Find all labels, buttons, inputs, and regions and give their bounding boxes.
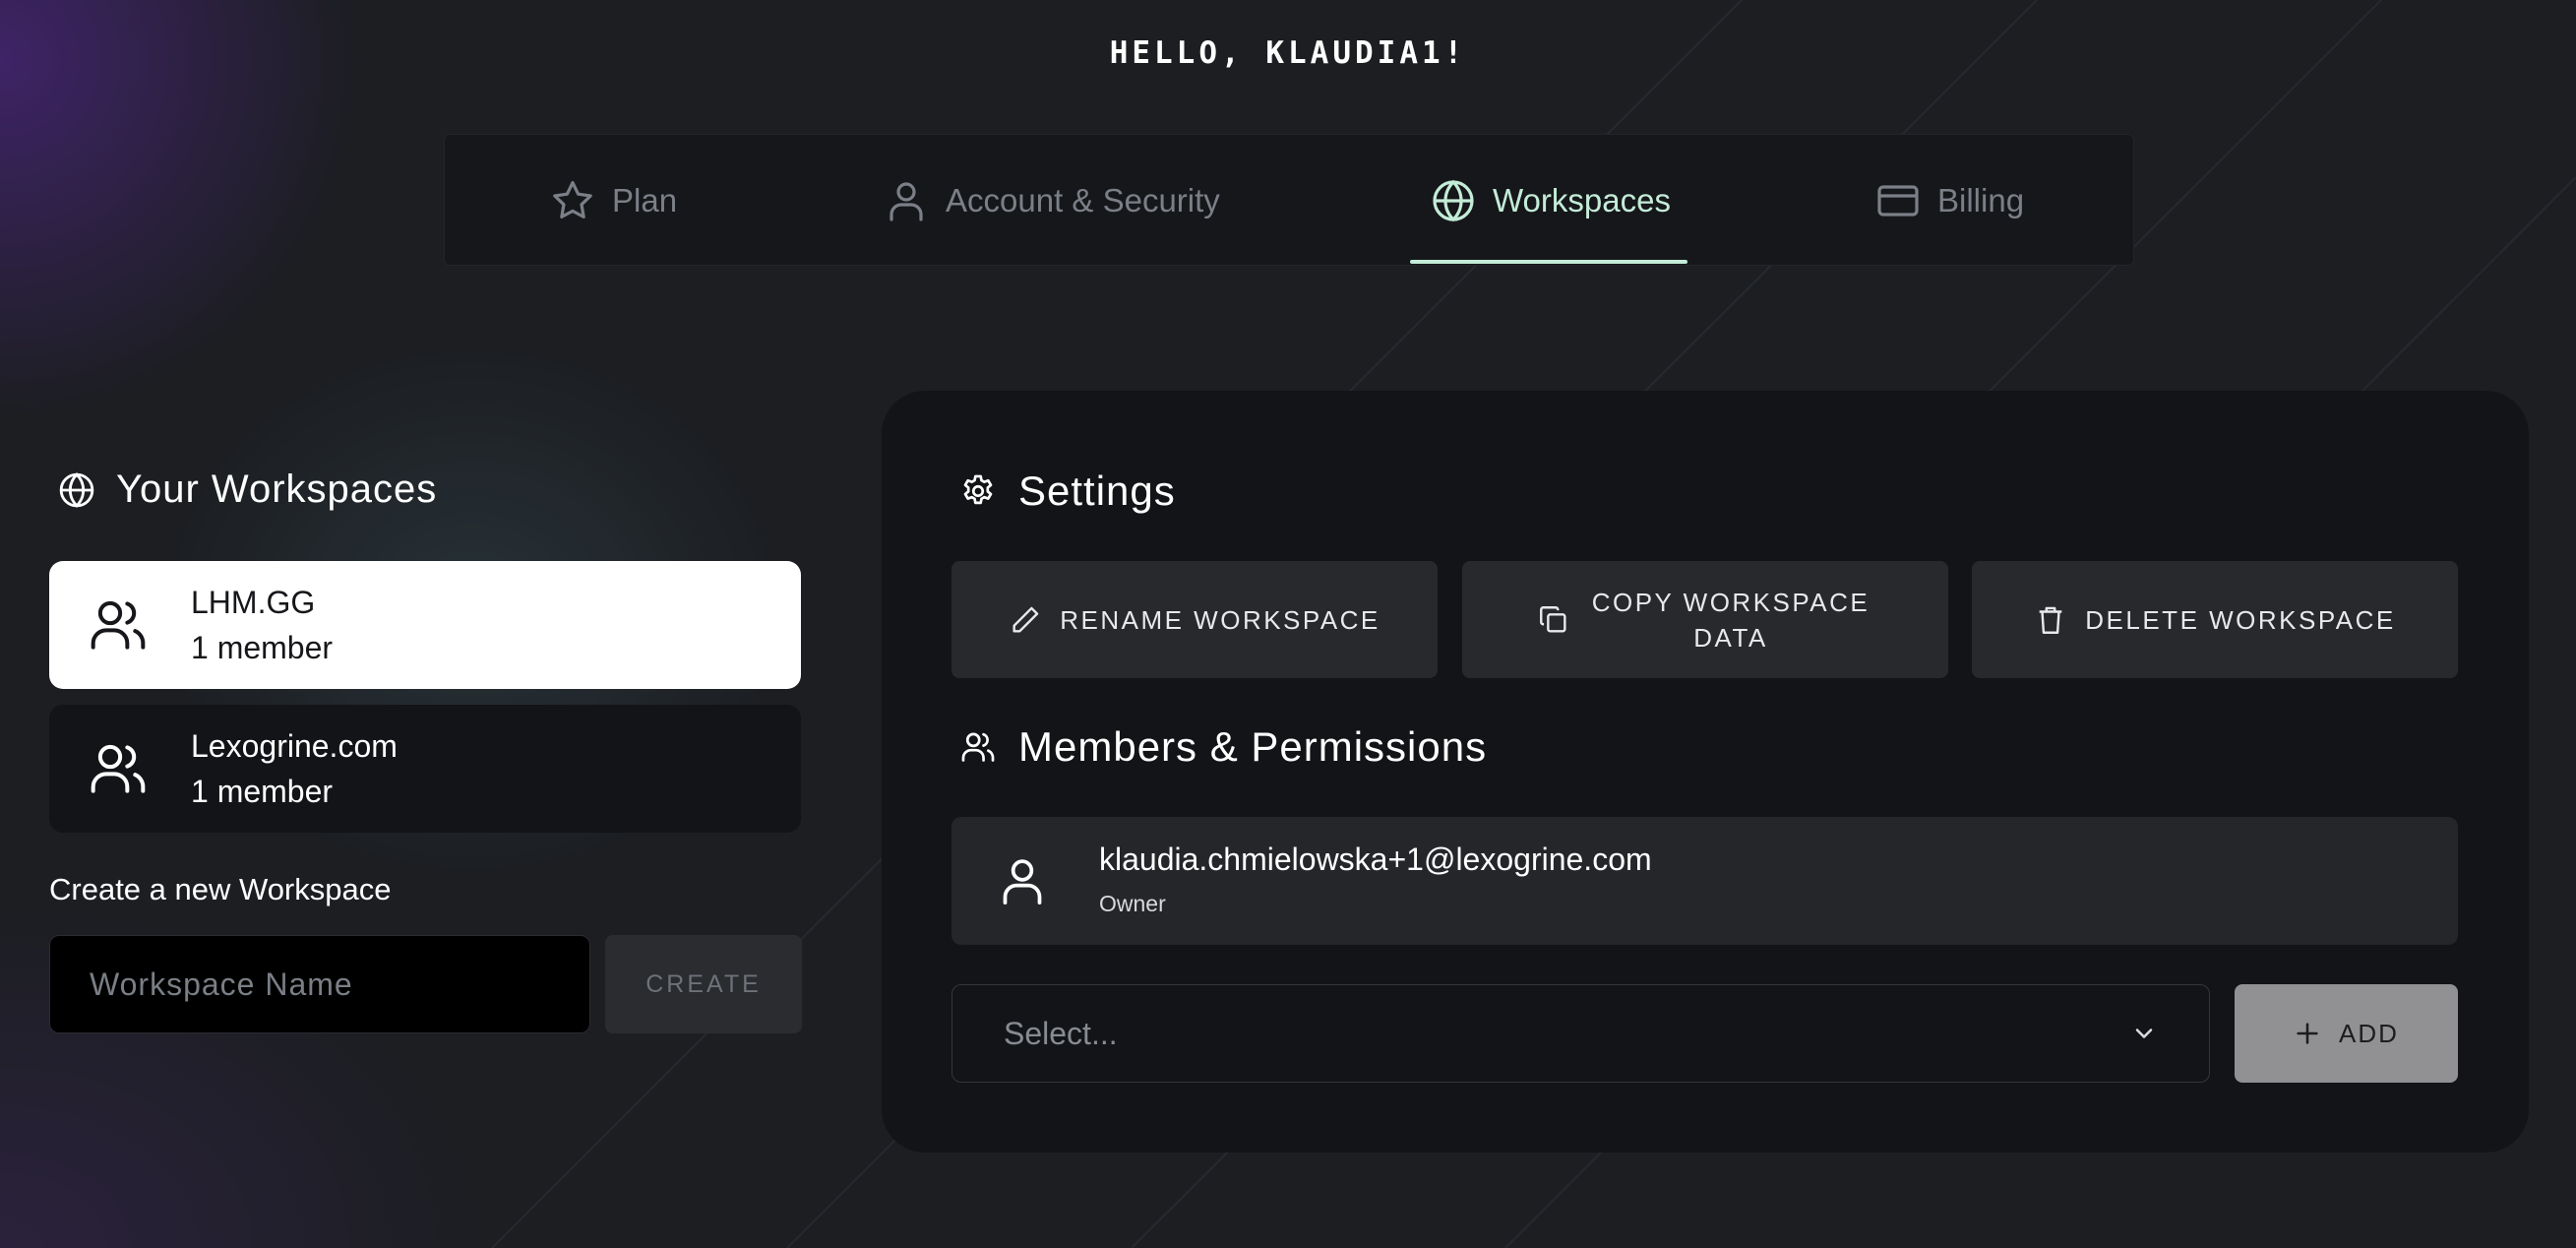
button-label: COPY WORKSPACE DATA xyxy=(1591,587,1871,653)
tab-label: Billing xyxy=(1937,182,2025,218)
rename-workspace-button[interactable]: RENAME WORKSPACE xyxy=(951,561,1438,678)
pencil-icon xyxy=(1012,606,1039,633)
button-label: RENAME WORKSPACE xyxy=(1060,604,1380,635)
tab-plan[interactable]: Plan xyxy=(549,135,677,267)
tab-label: Plan xyxy=(612,182,678,218)
member-info: klaudia.chmielowska+1@lexogrine.com Owne… xyxy=(1099,837,1652,925)
globe-icon xyxy=(1433,179,1474,222)
globe-icon xyxy=(59,471,94,508)
select-placeholder: Select... xyxy=(1004,1015,1118,1051)
workspace-card-text: LHM.GG 1 member xyxy=(191,580,333,670)
add-member-button[interactable]: ADD xyxy=(2235,984,2458,1083)
tab-label: Workspaces xyxy=(1493,182,1671,218)
members-permissions-heading: Members & Permissions xyxy=(959,723,1487,771)
user-icon xyxy=(1003,859,1042,905)
tab-account-security[interactable]: Account & Security xyxy=(883,135,1220,267)
member-email: klaudia.chmielowska+1@lexogrine.com xyxy=(1099,842,1652,877)
button-label: DELETE WORKSPACE xyxy=(2085,604,2396,635)
member-row[interactable]: klaudia.chmielowska+1@lexogrine.com Owne… xyxy=(951,817,2458,945)
copy-workspace-data-button[interactable]: COPY WORKSPACE DATA xyxy=(1462,561,1948,678)
trash-icon xyxy=(2039,606,2062,634)
plus-icon xyxy=(2297,1023,2318,1044)
member-role: Owner xyxy=(1099,891,1166,916)
gear-icon xyxy=(963,474,993,505)
member-select-dropdown[interactable]: Select... xyxy=(951,984,2210,1083)
users-icon xyxy=(91,600,146,650)
tab-workspaces[interactable]: Workspaces xyxy=(1430,135,1671,267)
chevron-down-icon xyxy=(2135,1029,2153,1038)
users-icon xyxy=(961,732,995,762)
workspace-name-input[interactable] xyxy=(49,935,590,1033)
greeting-heading: HELLO, KLAUDIA1! xyxy=(1109,35,1467,71)
delete-workspace-button[interactable]: DELETE WORKSPACE xyxy=(1972,561,2458,678)
workspace-card-lhm-gg[interactable]: LHM.GG 1 member xyxy=(49,561,801,689)
heading-text: Members & Permissions xyxy=(1018,723,1488,770)
workspace-card-lexogrine[interactable]: Lexogrine.com 1 member xyxy=(49,705,801,833)
button-label: ADD xyxy=(2339,1018,2399,1048)
users-icon xyxy=(91,744,146,793)
star-icon xyxy=(553,181,592,218)
tab-billing[interactable]: Billing xyxy=(1874,135,2024,267)
heading-text: Your Workspaces xyxy=(116,468,438,511)
tab-bar: Plan Account & Security Workspaces Billi… xyxy=(444,134,2134,266)
create-workspace-button[interactable]: CREATE xyxy=(605,935,802,1033)
copy-icon xyxy=(1540,605,1566,633)
workspace-name: LHM.GG xyxy=(191,585,316,620)
workspace-card-text: Lexogrine.com 1 member xyxy=(191,723,398,814)
heading-text: Settings xyxy=(1018,468,1176,514)
credit-card-icon xyxy=(1877,185,1919,217)
workspace-name: Lexogrine.com xyxy=(191,728,398,764)
your-workspaces-heading: Your Workspaces xyxy=(57,468,437,512)
create-workspace-label: Create a new Workspace xyxy=(49,872,392,906)
settings-heading: Settings xyxy=(959,468,1176,515)
tab-label: Account & Security xyxy=(946,182,1220,218)
active-tab-indicator xyxy=(1410,260,1687,264)
workspace-member-count: 1 member xyxy=(191,774,334,809)
workspace-member-count: 1 member xyxy=(191,630,334,665)
user-icon xyxy=(889,182,923,221)
